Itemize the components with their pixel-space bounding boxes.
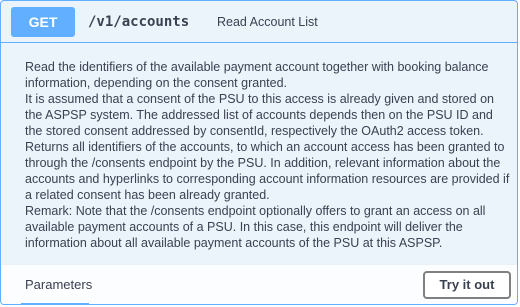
description-paragraph: Remark: Note that the /consents endpoint…	[25, 204, 486, 250]
operation-summary-bar[interactable]: GET /v1/accounts Read Account List	[1, 1, 517, 43]
http-method-badge: GET	[11, 7, 75, 37]
description-paragraph: Read the identifiers of the available pa…	[25, 60, 489, 90]
operation-summary-text: Read Account List	[217, 15, 318, 29]
tab-parameters[interactable]: Parameters	[25, 277, 92, 292]
description-paragraph: It is assumed that a consent of the PSU …	[25, 92, 495, 138]
parameters-header: Parameters Try it out	[1, 265, 517, 304]
endpoint-path: /v1/accounts	[88, 14, 190, 30]
try-it-out-button[interactable]: Try it out	[423, 271, 511, 299]
operation-block: GET /v1/accounts Read Account List Read …	[0, 0, 518, 305]
active-tab-indicator	[21, 303, 89, 304]
operation-description: Read the identifiers of the available pa…	[25, 59, 513, 251]
description-paragraph: Returns all identifiers of the accounts,…	[25, 140, 510, 202]
